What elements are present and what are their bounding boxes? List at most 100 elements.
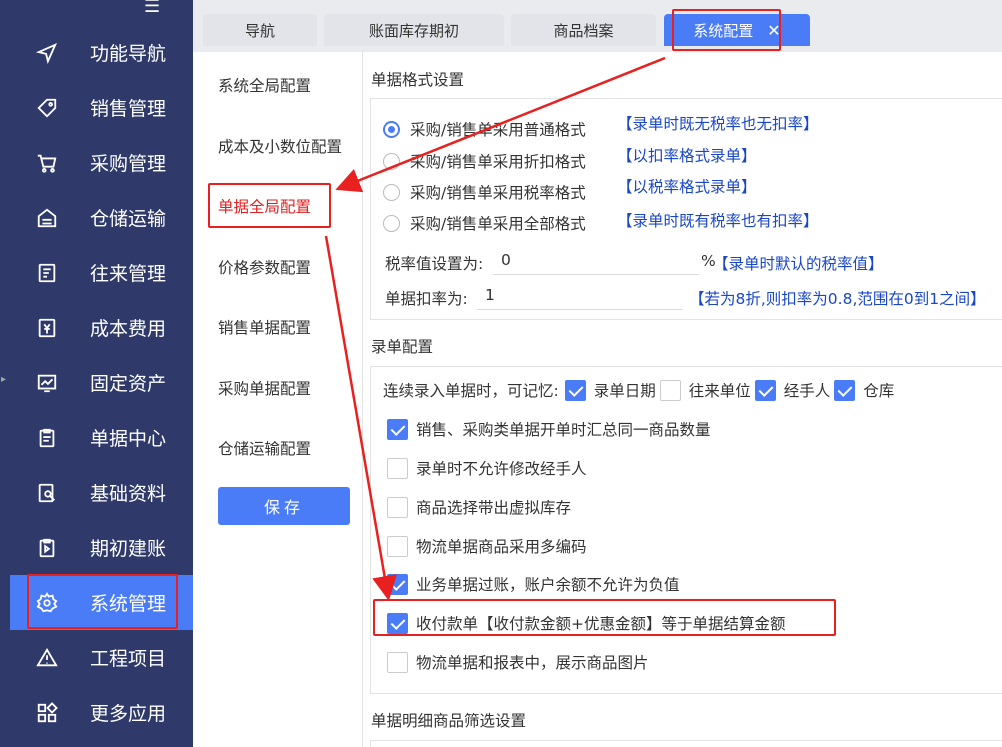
entry-option-lock-handler[interactable]: 录单时不允许修改经手人 <box>387 457 587 479</box>
checkbox-label: 录单日期 <box>593 382 656 400</box>
checkbox-label: 经手人 <box>783 382 831 400</box>
checkbox[interactable] <box>387 535 408 557</box>
config-subnav: 系统全局配置 成本及小数位配置 单据全局配置 价格参数配置 销售单据配置 采购单… <box>203 52 363 747</box>
checkbox[interactable] <box>387 457 408 479</box>
sidebar-item-warehouse[interactable]: 仓储运输 <box>10 190 193 245</box>
tax-rate-input[interactable] <box>493 245 699 275</box>
checkbox[interactable] <box>387 651 408 673</box>
entry-option-label: 物流单据和报表中，展示商品图片 <box>416 654 649 672</box>
checkbox-remember-handler[interactable] <box>754 379 776 401</box>
format-hint: 【录单时既有税率也有扣率】 <box>617 212 819 230</box>
sidebar-item-function-nav[interactable]: 功能导航 <box>10 25 193 80</box>
radio-button[interactable] <box>383 183 400 201</box>
sidebar-item-cost[interactable]: 成本费用 <box>10 300 193 355</box>
entry-option-multi-code[interactable]: 物流单据商品采用多编码 <box>387 535 587 557</box>
sidebar-item-label: 功能导航 <box>90 43 167 65</box>
entry-option-show-images[interactable]: 物流单据和报表中，展示商品图片 <box>387 651 649 673</box>
checkbox[interactable] <box>387 612 408 634</box>
sidebar-item-label: 工程项目 <box>90 648 167 670</box>
cost-icon <box>34 315 60 341</box>
sidebar-item-projects[interactable]: 工程项目 <box>10 630 193 685</box>
sidebar-item-label: 固定资产 <box>90 373 167 395</box>
entry-option-label: 收付款单【收付款金额+优惠金额】等于单据结算金额 <box>416 615 786 633</box>
checkbox-remember-date[interactable] <box>564 379 586 401</box>
save-button[interactable]: 保存 <box>218 487 350 525</box>
subnav-item-sales-doc[interactable]: 销售单据配置 <box>218 316 311 338</box>
checkbox[interactable] <box>387 418 408 440</box>
radio-button[interactable] <box>383 152 400 170</box>
ledger-icon <box>34 535 60 561</box>
gear-icon <box>34 590 60 616</box>
subnav-item-warehouse-doc[interactable]: 仓储运输配置 <box>218 437 311 459</box>
entry-option-no-negative-balance[interactable]: 业务单据过账，账户余额不允许为负值 <box>387 573 680 595</box>
sidebar-item-label: 采购管理 <box>90 153 167 175</box>
format-hint: 【以扣率格式录单】 <box>617 147 757 165</box>
tax-hint: 【录单时默认的税率值】 <box>713 255 884 273</box>
sidebar-item-documents[interactable]: 单据中心 <box>10 410 193 465</box>
format-option-all[interactable]: 采购/销售单采用全部格式 <box>383 212 586 234</box>
section-title-format: 单据格式设置 <box>371 71 465 89</box>
tab-bar: 导航 账面库存期初 商品档案 系统配置 ✕ <box>193 0 1002 52</box>
navigation-icon <box>34 40 60 66</box>
tax-rate-label: 税率值设置为: <box>385 255 484 273</box>
tab-opening-inventory[interactable]: 账面库存期初 <box>324 14 504 46</box>
radio-button[interactable] <box>383 214 400 232</box>
subnav-item-cost-decimal[interactable]: 成本及小数位配置 <box>218 135 342 157</box>
entry-option-label: 物流单据商品采用多编码 <box>416 538 587 556</box>
tab-label: 商品档案 <box>553 21 614 40</box>
tab-system-config[interactable]: 系统配置 ✕ <box>664 14 810 46</box>
format-option-discount[interactable]: 采购/销售单采用折扣格式 <box>383 150 586 172</box>
sidebar-item-more-apps[interactable]: 更多应用 <box>10 685 193 740</box>
section-title-entry: 录单配置 <box>371 338 434 356</box>
entry-option-virtual-stock[interactable]: 商品选择带出虚拟库存 <box>387 496 571 518</box>
subnav-item-document-global[interactable]: 单据全局配置 <box>218 195 311 217</box>
remember-row: 连续录入单据时，可记忆: 录单日期 往来单位 经手人 仓库 <box>383 379 898 401</box>
subnav-item-purchase-doc[interactable]: 采购单据配置 <box>218 377 311 399</box>
sidebar-item-system[interactable]: 系统管理 <box>10 575 193 630</box>
sidebar-item-purchase[interactable]: 采购管理 <box>10 135 193 190</box>
sidebar-item-opening[interactable]: 期初建账 <box>10 520 193 575</box>
tab-label: 导航 <box>244 21 275 40</box>
entry-option-receipt-settlement[interactable]: 收付款单【收付款金额+优惠金额】等于单据结算金额 <box>387 612 786 634</box>
sidebar-item-fixed-assets[interactable]: 固定资产 <box>10 355 193 410</box>
remember-label: 连续录入单据时，可记忆: <box>383 382 559 400</box>
format-option-label: 采购/销售单采用税率格式 <box>410 184 586 202</box>
sidebar-item-label: 销售管理 <box>90 98 167 120</box>
checkbox-remember-warehouse[interactable] <box>834 379 856 401</box>
format-hint: 【录单时既无税率也无扣率】 <box>617 115 819 133</box>
asset-chart-icon <box>34 370 60 396</box>
close-icon[interactable]: ✕ <box>767 21 780 40</box>
config-main-panel: 单据格式设置 采购/销售单采用普通格式 【录单时既无税率也无扣率】 采购/销售单… <box>364 52 1002 747</box>
checkbox[interactable] <box>387 496 408 518</box>
menu-icon[interactable]: ☰ <box>144 0 160 16</box>
radio-button[interactable] <box>383 120 400 138</box>
sidebar-item-sales[interactable]: 销售管理 <box>10 80 193 135</box>
sidebar-item-contacts[interactable]: 往来管理 <box>10 245 193 300</box>
format-option-tax[interactable]: 采购/销售单采用税率格式 <box>383 181 586 203</box>
cart-icon <box>34 150 60 176</box>
subnav-item-price[interactable]: 价格参数配置 <box>218 256 311 278</box>
filter-settings-box <box>370 740 1002 747</box>
format-option-label: 采购/销售单采用普通格式 <box>410 121 586 139</box>
checkbox[interactable] <box>387 573 408 595</box>
subnav-item-global[interactable]: 系统全局配置 <box>218 74 311 96</box>
format-option-normal[interactable]: 采购/销售单采用普通格式 <box>383 118 586 140</box>
entry-option-sum-quantity[interactable]: 销售、采购类单据开单时汇总同一商品数量 <box>387 418 711 440</box>
document-icon <box>34 425 60 451</box>
data-icon <box>34 480 60 506</box>
discount-rate-input[interactable] <box>477 280 683 310</box>
tab-product-archive[interactable]: 商品档案 <box>511 14 656 46</box>
tab-navigation[interactable]: 导航 <box>203 14 317 46</box>
sidebar-item-basic-data[interactable]: 基础资料 <box>10 465 193 520</box>
sidebar-item-label: 系统管理 <box>90 593 167 615</box>
tab-label: 账面库存期初 <box>368 21 459 40</box>
entry-option-label: 销售、采购类单据开单时汇总同一商品数量 <box>416 421 711 439</box>
sidebar-item-label: 期初建账 <box>90 538 167 560</box>
warehouse-icon <box>34 205 60 231</box>
collapse-handle-icon[interactable]: ▸ <box>1 374 6 385</box>
checkbox-remember-partner[interactable] <box>659 379 681 401</box>
sidebar-item-label: 基础资料 <box>90 483 167 505</box>
format-hint: 【以税率格式录单】 <box>617 178 757 196</box>
checkbox-label: 往来单位 <box>688 382 751 400</box>
apps-icon <box>34 700 60 726</box>
